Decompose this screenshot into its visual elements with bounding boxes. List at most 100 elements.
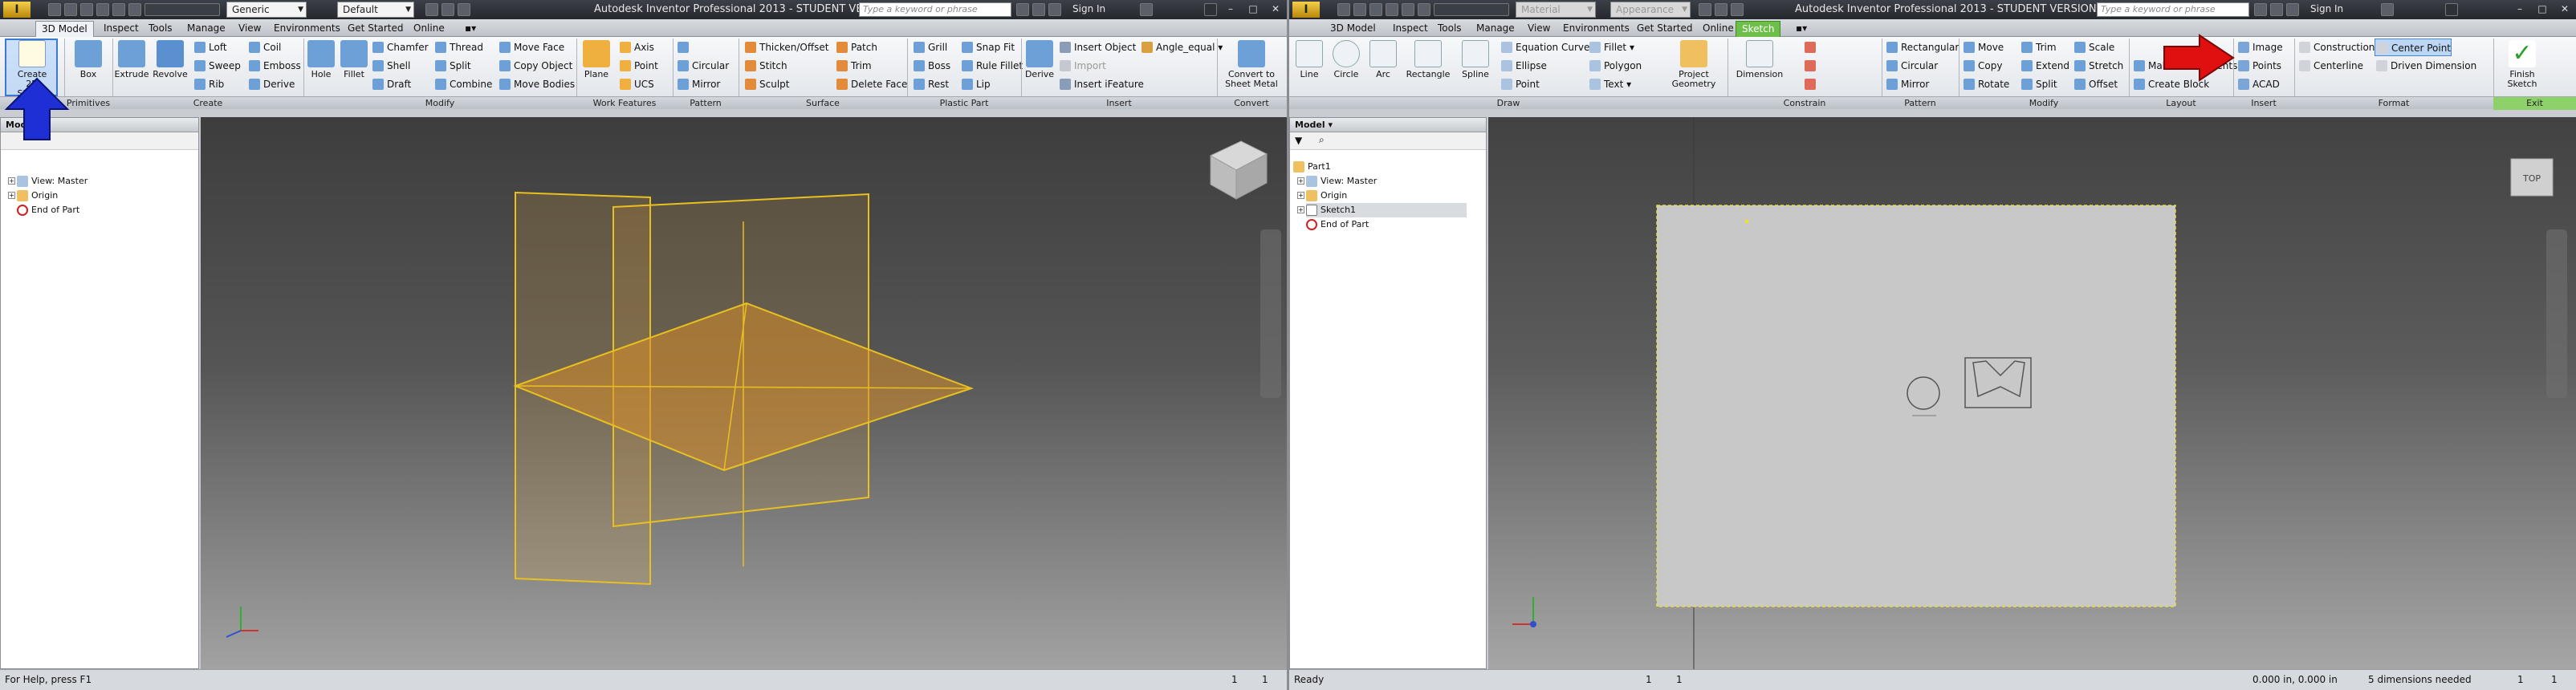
derive-button[interactable]: Derive <box>247 75 295 93</box>
update-icon[interactable] <box>442 3 454 16</box>
tab-tools[interactable]: Tools <box>1432 21 1467 37</box>
extend-button[interactable]: Extend <box>2020 57 2069 75</box>
hole-button[interactable]: Hole <box>305 39 337 95</box>
inserted-image-sheet[interactable] <box>1656 205 2176 607</box>
tab-online[interactable]: Online <box>1697 21 1740 37</box>
tab-get-started[interactable]: Get Started <box>1631 21 1699 37</box>
circular-pattern-button[interactable]: Circular <box>1885 57 1938 75</box>
rectangle-button[interactable]: Rectangle <box>1402 39 1455 95</box>
find-icon[interactable]: ⌕ <box>1319 134 1325 146</box>
finish-sketch-button[interactable]: ✓ Finish Sketch <box>2500 39 2545 95</box>
minimize-icon[interactable]: – <box>2509 2 2530 16</box>
sign-in-link[interactable]: Sign In <box>1072 3 1105 14</box>
insert-ifeature-button[interactable]: Insert iFeature <box>1058 75 1144 93</box>
communication-icon[interactable] <box>2270 3 2283 16</box>
trim-button[interactable]: Trim <box>835 57 872 75</box>
navigation-bar[interactable] <box>1260 229 1281 398</box>
ribbon-options-icon[interactable]: ▪▾ <box>1790 21 1814 37</box>
rest-button[interactable]: Rest <box>912 75 949 93</box>
line-button[interactable]: Line <box>1292 39 1326 95</box>
insert-object-button[interactable]: Insert Object <box>1058 39 1136 56</box>
offset-button[interactable]: Offset <box>2073 75 2118 93</box>
point-button[interactable]: Point <box>1500 75 1540 93</box>
tab-sketch[interactable]: Sketch <box>1736 21 1781 37</box>
point-button[interactable]: Point <box>618 57 658 75</box>
scale-button[interactable]: Scale <box>2073 39 2114 56</box>
graphics-window[interactable] <box>201 117 1287 669</box>
mirror-button[interactable]: Mirror <box>1885 75 1929 93</box>
centerline-button[interactable]: Centerline <box>2297 57 2363 75</box>
move-button[interactable]: Move <box>1962 39 2004 56</box>
tree-end-of-part[interactable]: End of Part <box>1306 217 1369 232</box>
tab-inspect[interactable]: Inspect <box>1387 21 1434 37</box>
stretch-button[interactable]: Stretch <box>2073 57 2123 75</box>
favorites-icon[interactable] <box>2286 3 2299 16</box>
expand-icon[interactable]: + <box>1297 206 1304 213</box>
image-anchor-point[interactable] <box>1744 219 1749 224</box>
text-button[interactable]: Text ▾ <box>1588 75 1631 93</box>
color-override-icon[interactable] <box>425 3 438 16</box>
copy-object-button[interactable]: Copy Object <box>498 57 572 75</box>
split-button[interactable]: Split <box>2020 75 2057 93</box>
sculpt-button[interactable]: Sculpt <box>743 75 789 93</box>
patch-button[interactable]: Patch <box>835 39 877 56</box>
undo-icon[interactable] <box>96 3 109 16</box>
tree-sketch1[interactable]: + Sketch1 <box>1297 203 1467 217</box>
update-icon[interactable] <box>1715 3 1728 16</box>
tab-3d-model[interactable]: 3D Model <box>35 21 94 37</box>
snap-fit-button[interactable]: Snap Fit <box>960 39 1015 56</box>
material-combo[interactable]: Generic ▼ <box>226 2 307 18</box>
insert-points-button[interactable]: Points <box>2236 57 2281 75</box>
rule-fillet-button[interactable]: Rule Fillet <box>960 57 1023 75</box>
tree-view-master[interactable]: + View: Master <box>1297 174 1377 189</box>
filter-icon[interactable]: ▼ <box>1295 135 1302 146</box>
ribbon-options-icon[interactable]: ▪▾ <box>459 21 483 37</box>
arc-button[interactable]: Arc <box>1366 39 1400 95</box>
box-button[interactable]: Box <box>67 39 109 95</box>
tab-view[interactable]: View <box>233 21 267 37</box>
stitch-button[interactable]: Stitch <box>743 57 787 75</box>
draft-button[interactable]: Draft <box>371 75 411 93</box>
expand-icon[interactable]: + <box>1297 192 1304 199</box>
save-icon[interactable] <box>1369 3 1382 16</box>
color-override-icon[interactable] <box>1699 3 1711 16</box>
rotate-button[interactable]: Rotate <box>1962 75 2009 93</box>
grill-button[interactable]: Grill <box>912 39 947 56</box>
tree-part1[interactable]: Part1 <box>1293 160 1331 174</box>
help-icon[interactable] <box>1204 3 1217 16</box>
inventor-logo-icon[interactable]: I <box>1292 2 1320 18</box>
tab-get-started[interactable]: Get Started <box>342 21 409 37</box>
tab-environments[interactable]: Environments <box>1557 21 1635 37</box>
maximize-icon[interactable]: □ <box>1243 2 1264 16</box>
expand-icon[interactable]: + <box>1297 177 1304 185</box>
tab-online[interactable]: Online <box>408 21 450 37</box>
shell-button[interactable]: Shell <box>371 57 410 75</box>
extrude-button[interactable]: Extrude <box>114 39 149 95</box>
tab-3d-model[interactable]: 3D Model <box>1325 21 1382 37</box>
import-button[interactable]: Import <box>1058 57 1106 75</box>
mirror-button[interactable]: Mirror <box>676 75 720 93</box>
copy-button[interactable]: Copy <box>1962 57 2002 75</box>
plane-button[interactable]: Plane <box>578 39 615 95</box>
combine-button[interactable]: Combine <box>433 75 492 93</box>
tab-view[interactable]: View <box>1522 21 1556 37</box>
equation-curve-button[interactable]: Equation Curve <box>1500 39 1589 56</box>
tab-tools[interactable]: Tools <box>143 21 178 37</box>
fillet-button[interactable]: Fillet ▾ <box>1588 39 1634 56</box>
boss-button[interactable]: Boss <box>912 57 950 75</box>
new-icon[interactable] <box>48 3 61 16</box>
tree-view-master[interactable]: + View: Master <box>8 174 87 189</box>
minimize-icon[interactable]: – <box>1220 2 1241 16</box>
close-icon[interactable]: ✕ <box>1265 2 1286 16</box>
move-face-button[interactable]: Move Face <box>498 39 564 56</box>
quick-access-more[interactable] <box>1434 3 1509 16</box>
new-icon[interactable] <box>1337 3 1350 16</box>
sign-in-link[interactable]: Sign In <box>2310 3 2343 14</box>
open-icon[interactable] <box>1353 3 1366 16</box>
fillet-button[interactable]: Fillet <box>337 39 371 95</box>
insert-acad-button[interactable]: ACAD <box>2236 75 2280 93</box>
expand-icon[interactable]: + <box>8 177 15 185</box>
derive-insert-button[interactable]: Derive <box>1023 39 1056 95</box>
move-bodies-button[interactable]: Move Bodies <box>498 75 575 93</box>
rectangular-pattern-button[interactable] <box>676 39 692 56</box>
